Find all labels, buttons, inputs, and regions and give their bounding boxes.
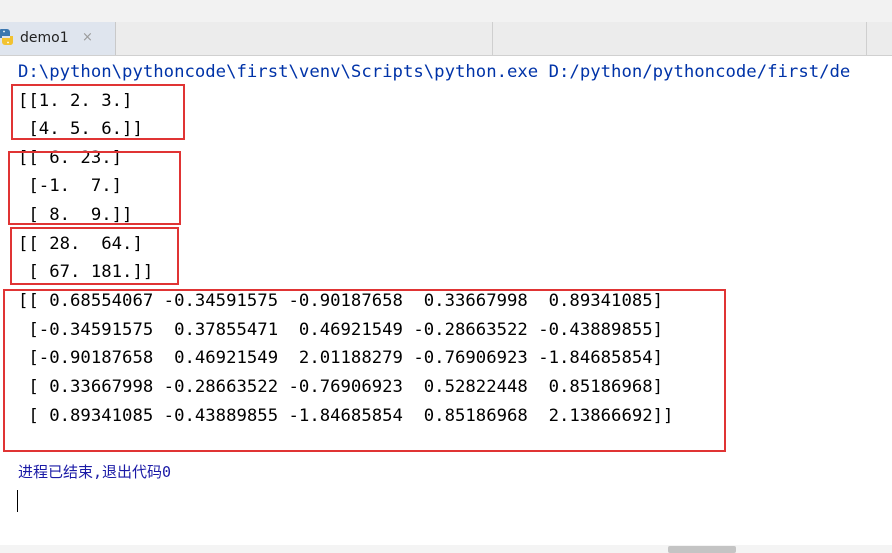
exit-message: 进程已结束,退出代码0 xyxy=(18,463,172,481)
run-console[interactable]: D:\python\pythoncode\first\venv\Scripts\… xyxy=(0,56,892,541)
highlight-box xyxy=(8,151,181,225)
close-icon[interactable]: × xyxy=(82,30,93,45)
tab-label: demo1 xyxy=(20,30,69,46)
command-line: D:\python\pythoncode\first\venv\Scripts\… xyxy=(18,62,851,82)
editor-tab-bar: demo1 × xyxy=(0,22,892,56)
tab-divider xyxy=(492,22,493,55)
tab-divider xyxy=(866,22,867,55)
highlight-box xyxy=(3,289,726,452)
scrollbar-thumb[interactable] xyxy=(668,546,736,553)
python-file-icon xyxy=(0,28,14,46)
highlight-box xyxy=(10,227,179,285)
horizontal-scrollbar[interactable] xyxy=(0,545,892,553)
text-caret xyxy=(17,490,18,512)
window-top-strip xyxy=(0,0,892,23)
tab-demo1[interactable]: demo1 × xyxy=(0,22,116,55)
highlight-box xyxy=(11,84,185,140)
